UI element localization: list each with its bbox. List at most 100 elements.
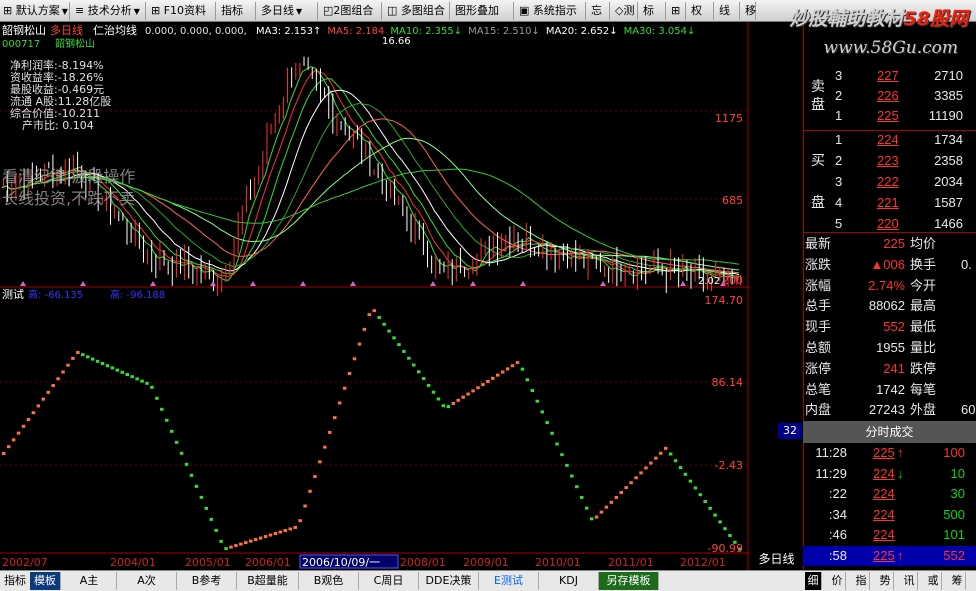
sub-indicator-step <box>491 376 495 380</box>
x-label-2004: 2004/01 <box>110 556 156 569</box>
tick-price[interactable]: 225 <box>873 443 895 463</box>
buy-price[interactable]: 223 <box>877 151 899 171</box>
chart-area[interactable]: 韶钢松山 多日线 仁治均线 0.000, 0.000, 0.000, MA3: … <box>0 22 750 570</box>
tab-template[interactable]: 模板 <box>30 572 61 590</box>
overlay-motto-1: 看清纪律|波段操作 <box>2 167 135 186</box>
tab-e-test[interactable]: E测试 <box>479 572 539 590</box>
sub-indicator-step <box>421 377 426 381</box>
right-tab[interactable]: 筹 <box>949 572 966 590</box>
right-tab[interactable]: 或 <box>925 572 942 590</box>
right-tab[interactable]: 势 <box>877 572 894 590</box>
sub-indicator-step <box>520 367 525 371</box>
quote-key: 现手 <box>805 319 832 335</box>
watermark-title: 炒股輔助教材 <box>789 8 904 30</box>
right-tab[interactable]: 指 <box>853 572 870 590</box>
sub-indicator-step <box>481 383 485 387</box>
sub-indicator-step <box>209 517 213 521</box>
tick-price[interactable]: 224 <box>873 464 895 484</box>
sub-series-a: 高: -66.135 <box>28 288 83 301</box>
toolbar-multiday[interactable]: 多日线 ▼ <box>258 2 318 20</box>
tab-b-color[interactable]: B观色 <box>299 572 359 590</box>
sub-indicator-step <box>194 484 199 488</box>
quote-value: ▲006 <box>870 256 905 272</box>
buy-price[interactable]: 224 <box>877 130 899 150</box>
toolbar-line[interactable]: 线 <box>716 2 740 20</box>
right-tab[interactable]: 价 <box>829 572 846 590</box>
sell-price[interactable]: 227 <box>877 66 899 86</box>
tick-price[interactable]: 225 <box>873 546 895 566</box>
sub-indicator-step <box>575 485 579 489</box>
sub-indicator-step <box>713 513 717 517</box>
period-switch[interactable]: 多日线 <box>750 548 803 570</box>
sub-indicator-step <box>451 401 456 405</box>
toolbar-mark[interactable]: 标 <box>640 2 666 20</box>
sub-indicator-step <box>199 495 204 499</box>
tab-b-volume[interactable]: B超量能 <box>237 572 299 590</box>
sub-indicator-step <box>46 390 50 394</box>
sub-indicator-step <box>649 461 653 465</box>
ma-value-6: MA30: 3.054↓ <box>624 26 696 37</box>
sub-indicator-step <box>337 401 342 405</box>
right-tab[interactable]: 讯 <box>901 572 918 590</box>
tab-indicator[interactable]: 指标 <box>0 572 31 590</box>
sub-indicator-step <box>525 378 530 382</box>
ma-value-5: MA20: 2.652↓ <box>546 26 618 37</box>
sub-indicator-step <box>530 389 535 393</box>
toolbar-multichart[interactable]: ◫ 多图组合 <box>384 2 450 20</box>
buy-volume: 1734 <box>934 132 963 147</box>
toolbar-test[interactable]: ◇测 <box>612 2 638 20</box>
tick-price[interactable]: 224 <box>873 484 895 504</box>
sub-indicator-step <box>362 327 367 331</box>
tick-price[interactable]: 224 <box>873 525 895 545</box>
buy-price[interactable]: 221 <box>877 193 899 213</box>
ma-value-1: MA3: 2.153↑ <box>256 26 321 37</box>
sub-indicator-step <box>382 322 386 326</box>
tab-kdj[interactable]: KDJ <box>539 572 599 590</box>
sub-indicator-step <box>239 542 243 546</box>
crosshair-icon[interactable]: ⊞ <box>668 2 686 20</box>
toolbar-indicator[interactable]: 指标 <box>218 2 256 20</box>
toolbar-system-indicator[interactable]: ▣ 系统指示 <box>516 2 586 20</box>
tab-a-main[interactable]: A主 <box>62 572 117 590</box>
sub-indicator-step <box>130 375 134 379</box>
sell-level: 3 <box>835 68 843 83</box>
tab-a-sub[interactable]: A次 <box>117 572 177 590</box>
toolbar-f10[interactable]: ⊞ F10资料 <box>148 2 216 20</box>
tick-price[interactable]: 224 <box>873 505 895 525</box>
sub-indicator-step <box>372 309 376 313</box>
tab-c-week[interactable]: C周日 <box>359 572 419 590</box>
tab-save-template[interactable]: 另存模板 <box>599 572 659 590</box>
tab-dde[interactable]: DDE决策 <box>419 572 479 590</box>
toolbar-forget[interactable]: 忘 <box>588 2 610 20</box>
buy-price[interactable]: 222 <box>877 172 899 192</box>
tick-time: :58 <box>828 547 847 563</box>
right-tab[interactable]: 细 <box>805 572 822 590</box>
sub-indicator-step <box>441 404 446 408</box>
buy-volume: 1587 <box>934 195 963 210</box>
sub-indicator-step <box>95 359 100 363</box>
tab-b-ref[interactable]: B参考 <box>177 572 237 590</box>
quote-key: 涨停 <box>805 360 832 376</box>
toolbar-rights[interactable]: 权 <box>688 2 714 20</box>
tick-header[interactable]: 分时成交 <box>803 421 976 443</box>
sub-indicator-step <box>466 392 470 396</box>
toolbar-tech-analysis[interactable]: ≡ 技术分析 ▼ <box>72 2 146 20</box>
toolbar-overlay[interactable]: 图形叠加 <box>452 2 514 20</box>
sell-price[interactable]: 226 <box>877 86 899 106</box>
sub-indicator-step <box>2 451 6 455</box>
sub-indicator-step <box>204 506 209 510</box>
sub-indicator-step <box>673 459 678 463</box>
sub-indicator-step <box>253 538 258 542</box>
toolbar-scheme-menu[interactable]: ⊞ 默认方案 ▼ <box>0 2 70 20</box>
toolbar-2chart[interactable]: ◰2图组合 <box>320 2 382 20</box>
sub-indicator-step <box>555 442 559 446</box>
stock-name-2: 韶钢松山 <box>55 37 95 50</box>
quote-key: 总笔 <box>805 381 832 397</box>
quote-key-2: 量比 <box>910 340 937 355</box>
buy-price[interactable]: 220 <box>877 214 899 234</box>
sub-indicator-step <box>110 366 115 370</box>
sell-price[interactable]: 225 <box>877 106 899 126</box>
sub-indicator-step <box>500 370 505 374</box>
sub-indicator-step <box>446 405 451 409</box>
fund-value: 综合价值:-10.211 <box>10 106 100 120</box>
